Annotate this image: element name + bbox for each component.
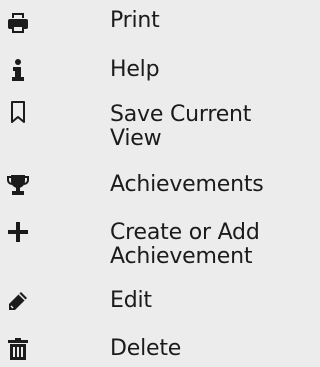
menu-item-label: Save Current View: [110, 102, 252, 151]
plus-icon: [6, 220, 30, 244]
menu-item-label: Delete: [110, 336, 182, 361]
menu-item-label: Edit: [110, 288, 152, 313]
menu-item-help[interactable]: Help: [0, 55, 286, 83]
bookmark-icon: [6, 100, 30, 124]
menu-item-print[interactable]: Print: [0, 6, 286, 34]
menu-item-save-current-view[interactable]: Save Current View: [0, 100, 286, 154]
menu-item-create-or-add-achievement[interactable]: Create or Add Achievement: [0, 218, 286, 272]
menu-item-edit[interactable]: Edit: [0, 286, 286, 314]
trash-icon: [6, 338, 30, 362]
printer-icon: [6, 11, 30, 35]
info-icon: [6, 58, 30, 82]
menu-item-label: Create or Add Achievement: [110, 220, 260, 269]
menu-item-label: Achievements: [110, 172, 264, 197]
trophy-icon: [6, 173, 30, 197]
pencil-icon: [6, 289, 30, 313]
menu-item-delete[interactable]: Delete: [0, 334, 286, 362]
menu-item-label: Help: [110, 57, 160, 82]
menu-item-label: Print: [110, 8, 160, 33]
menu-item-achievements[interactable]: Achievements: [0, 170, 286, 198]
